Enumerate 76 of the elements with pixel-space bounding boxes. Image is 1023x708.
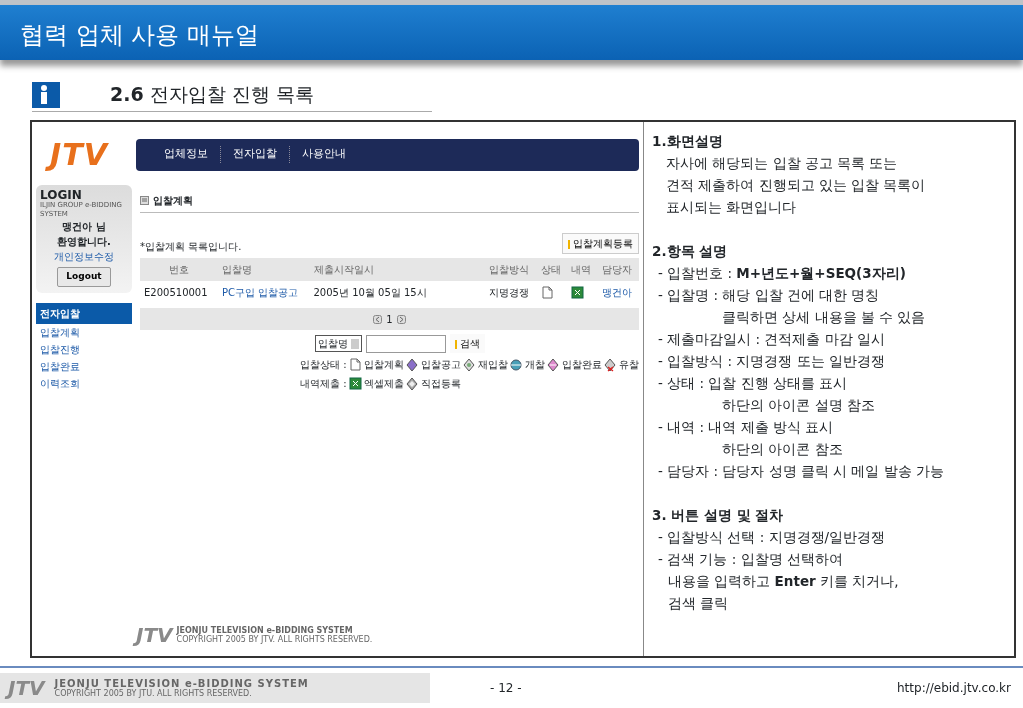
description-text: - 입찰방식 선택 : 지명경쟁/일반경쟁 <box>658 528 887 547</box>
legend-text: 엑셀제출 <box>363 377 404 391</box>
left-arrow-icon[interactable] <box>373 314 383 324</box>
description-text: 검색 클릭 <box>668 594 730 613</box>
description-text: - 내역 : 내역 제출 방식 표시 <box>658 418 835 437</box>
column-header: 제출시작일시 <box>309 258 485 281</box>
legend-label: 내역제출 : <box>300 377 347 391</box>
description-text: - 제출마감일시 : 견적제출 마감 일시 <box>658 330 886 349</box>
logo: JTV <box>36 132 136 177</box>
register-button[interactable]: 입찰계획등록 <box>562 233 639 254</box>
column-header: 내역 <box>567 258 598 281</box>
welcome-text: 환영합니다. <box>56 235 112 249</box>
description-heading: 3. 버튼 설명 및 절차 <box>652 506 785 525</box>
info-icon <box>32 81 60 108</box>
url-text: http://ebid.jtv.co.kr <box>897 680 1011 697</box>
section-number: 2.6 <box>110 82 144 108</box>
search-select[interactable]: 입찰명 <box>315 335 362 352</box>
search-field[interactable] <box>366 334 446 353</box>
login-title: LOGIN <box>40 189 82 201</box>
legend-text: 입찰완료 <box>561 358 602 372</box>
column-header: 입찰방식 <box>484 258 537 281</box>
slide-title: 협력 업체 사용 매뉴얼 <box>20 21 259 49</box>
column-header: 담당자 <box>597 258 639 281</box>
description-text: - 담당자 : 담당자 성명 클릭 시 메일 발송 가능 <box>658 462 946 481</box>
description-text: 표시되는 화면입니다 <box>666 198 798 217</box>
nav-link[interactable]: 업체정보 <box>152 146 221 163</box>
description-text: - 검색 기능 : 입찰명 선택하여 <box>658 550 844 569</box>
table-cell: 2005년 10월 05일 15시 <box>309 281 485 304</box>
menu-item[interactable]: 이력조회 <box>36 374 132 392</box>
legend-text: 개찰 <box>524 358 545 372</box>
page-title: 입찰계획 <box>153 194 193 208</box>
legend-text: 입찰공고 <box>420 358 461 372</box>
copyright-text: COPYRIGHT 2005 BY JTV. ALL RIGHTS RESERVED. <box>176 635 373 644</box>
description-heading: 2.항목 설명 <box>652 242 729 261</box>
menu-item[interactable]: 입찰진행 <box>36 340 132 358</box>
list-icon <box>140 196 149 205</box>
description-text: 내용을 입력하고 Enter 키를 치거나, <box>668 572 900 591</box>
manager-link[interactable]: 맹건아 <box>597 281 639 304</box>
column-header: 입찰명 <box>217 258 310 281</box>
description-text: - 상태 : 입찰 진행 상태를 표시 <box>658 374 849 393</box>
page-number: - 12 - <box>490 680 522 697</box>
description-text: 자사에 해당되는 입찰 공고 목록 또는 <box>666 154 899 173</box>
column-header: 상태 <box>536 258 568 281</box>
bid-link[interactable]: PC구입 입찰공고 <box>217 281 310 304</box>
description-heading: 1.화면설명 <box>652 132 724 151</box>
intro-text: *입찰계획 목록입니다. <box>140 240 242 254</box>
legend-label: 입찰상태 : <box>300 358 347 372</box>
logout-button[interactable]: Logout <box>57 267 111 287</box>
description-text: 하단의 아이콘 설명 참조 <box>722 396 876 415</box>
legend-text: 입찰계획 <box>363 358 404 372</box>
page-number[interactable]: 1 <box>386 311 393 327</box>
footer-brand: JEONJU TELEVISION e-BIDDING SYSTEM <box>176 626 353 635</box>
description-text: 클릭하면 상세 내용을 볼 수 있음 <box>722 308 927 327</box>
profile-link[interactable]: 개인정보수정 <box>40 249 128 264</box>
legend-text: 직접등록 <box>420 377 461 391</box>
menu-heading: 전자입찰 <box>36 302 132 324</box>
legend-text: 재입찰 <box>477 358 508 372</box>
right-arrow-icon[interactable] <box>396 314 406 324</box>
column-header: 번호 <box>140 258 218 281</box>
nav-link[interactable]: 사용안내 <box>290 146 358 163</box>
copyright-text: COPYRIGHT 2005 BY JTU. ALL RIGHTS RESERVED. <box>54 689 253 698</box>
legend-text: 유찰 <box>618 358 639 372</box>
user-name: 맹건아 님 <box>61 220 107 234</box>
table-cell: E200510001 <box>140 281 218 304</box>
description-text: - 입찰번호 : M+년도+월+SEQ(3자리) <box>658 264 907 283</box>
footer-brand: JEONJU TELEVISION e-BIDDING SYSTEM <box>54 678 309 689</box>
menu-item[interactable]: 입찰완료 <box>36 357 132 375</box>
description-text: 견적 제출하여 진행되고 있는 입찰 목록이 <box>666 176 927 195</box>
description-text: - 입찰방식 : 지명경쟁 또는 일반경쟁 <box>658 352 886 371</box>
search-button[interactable]: 검색 <box>450 334 485 353</box>
description-text: 하단의 아이콘 참조 <box>722 440 844 459</box>
nav-link[interactable]: 전자입찰 <box>221 146 290 163</box>
section-title: 전자입찰 진행 목록 <box>149 82 314 108</box>
table-cell: 지명경쟁 <box>484 281 537 304</box>
description-text: - 입찰명 : 해당 입찰 건에 대한 명칭 <box>658 286 881 305</box>
menu-item[interactable]: 입찰계획 <box>36 323 132 341</box>
